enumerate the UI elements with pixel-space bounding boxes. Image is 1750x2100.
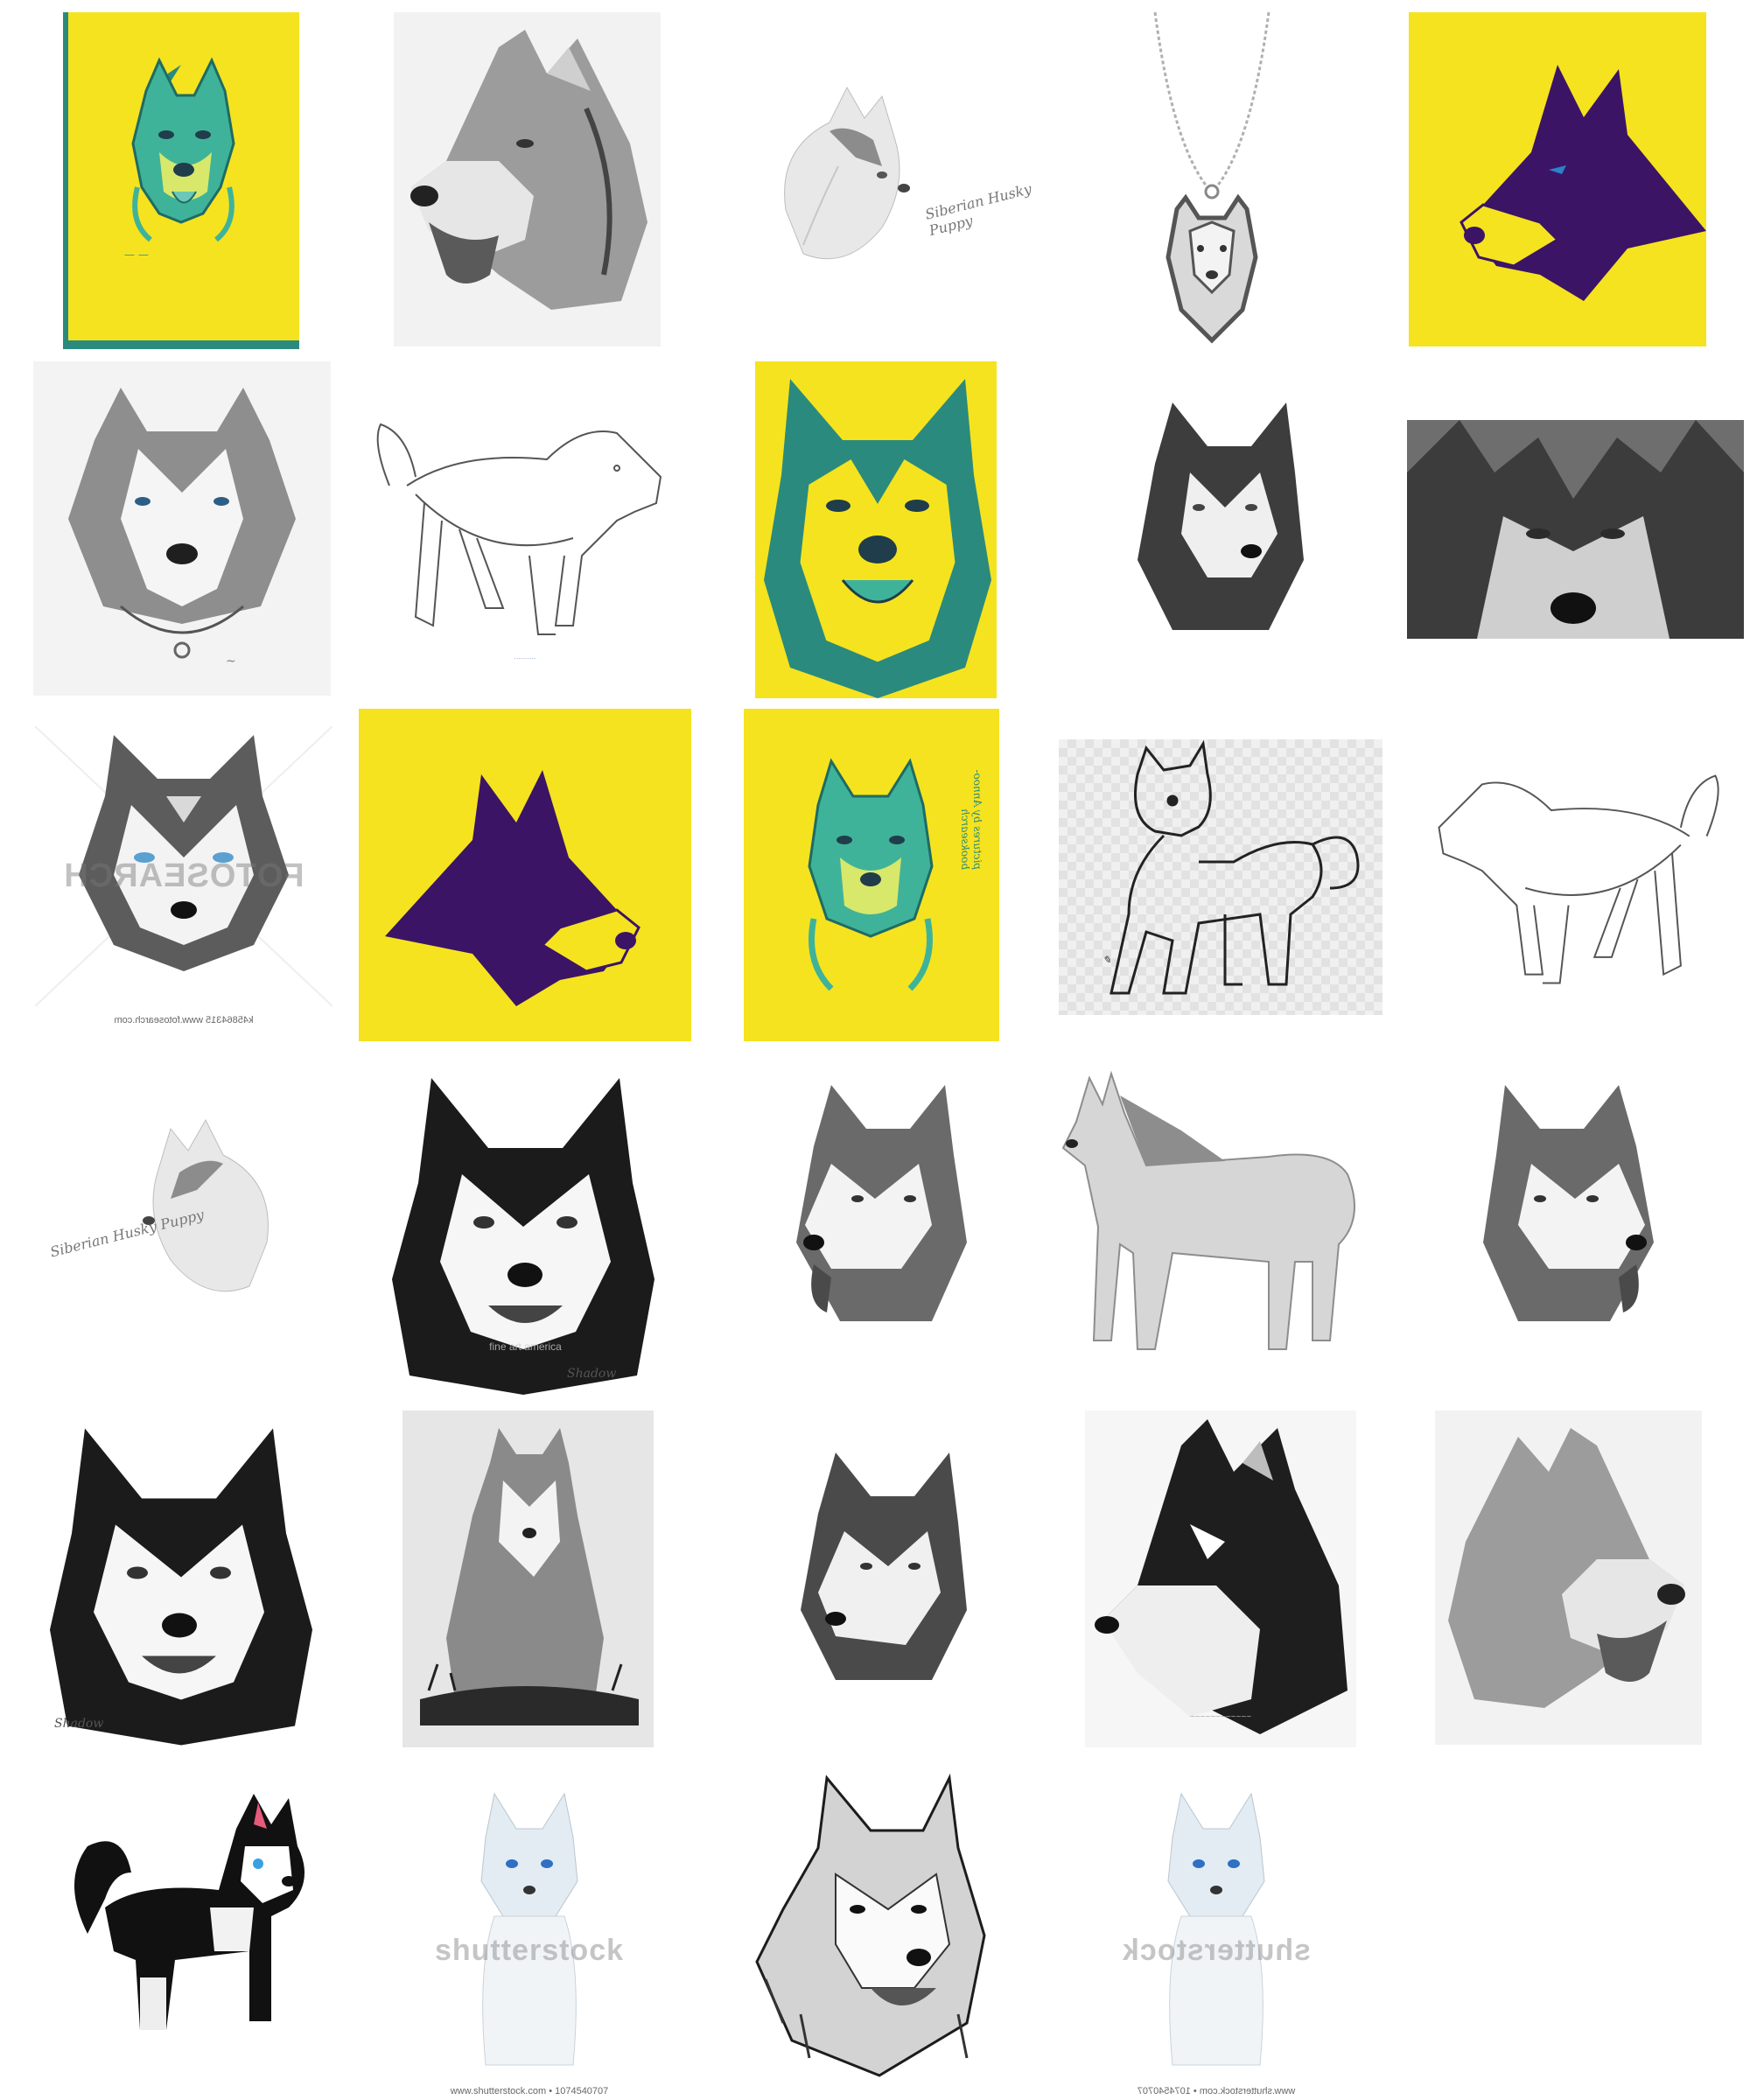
sketch-husky-puppy-mirrored[interactable]: Siberian Husky Puppy: [13, 1102, 302, 1330]
charcoal-husky-front-mirrored[interactable]: Shadow: [46, 1410, 312, 1746]
husky-pendant-necklace[interactable]: [1129, 12, 1295, 349]
pencil-husky-profile-tongue[interactable]: [394, 12, 661, 346]
pencil-head-down-art: [801, 1452, 967, 1680]
image-row-2: ~ ..........: [0, 350, 1750, 700]
charcoal-front-mirrored-art: [50, 1428, 312, 1746]
pencil-tq-tongue-art: [796, 1085, 967, 1321]
cartoon-standing-art: [74, 1794, 304, 2030]
yellow-teal-mirrored-art: [808, 758, 934, 991]
gray-husky-closeup[interactable]: [1407, 420, 1744, 639]
checker-puppy-signature: ✎: [1102, 954, 1112, 966]
fineart-watermark: fine art america: [489, 1340, 562, 1353]
gray-closeup-art: [1407, 420, 1744, 639]
pencil-husky-sitting-grass[interactable]: [402, 1410, 654, 1747]
pencil-husky-three-quarter-tongue-mirrored[interactable]: [1470, 1068, 1671, 1334]
lineart-husky-puppy-checker[interactable]: ✎: [1059, 739, 1382, 1015]
sketch-husky-puppy[interactable]: Siberian Husky Puppy: [751, 70, 1040, 289]
lineart-walking-watermark: ..........: [514, 652, 536, 661]
pencil-sitting-art: [420, 1428, 639, 1726]
pencil-profile-art: [410, 30, 648, 310]
pencil-tq-tongue-mirrored-art: [1483, 1085, 1654, 1321]
yellow-teal-husky-portrait-mirrored[interactable]: pictures by Annoo-booksearch: [744, 709, 999, 1041]
image-row-6: shutterstock www.shutterstock.com • 1074…: [0, 1750, 1750, 2100]
pencil-front-collar-art: [68, 388, 296, 659]
ink-portrait-art: [755, 1773, 986, 2077]
shutterstock-watermark: shutterstock: [434, 1934, 625, 1967]
watercolor-husky-puppy[interactable]: shutterstock www.shutterstock.com • 1074…: [389, 1776, 669, 2100]
cartoon-husky-standing[interactable]: [52, 1776, 315, 2056]
yellow-purple-husky-silhouette-mirrored[interactable]: [359, 709, 691, 1041]
pencil-husky-head-down[interactable]: [783, 1435, 984, 1698]
yellow-teal-husky-portrait[interactable]: — —: [63, 12, 299, 349]
shutterstock-caption: www.shutterstock.com • 1074540707: [450, 2086, 609, 2096]
shutterstock-watermark-mirrored: shutterstock: [1121, 1934, 1312, 1967]
pencil-three-quarter-art: [1138, 402, 1304, 630]
pencil-profile-dark-art: [1095, 1419, 1348, 1734]
pencil-standing-art: [1061, 1070, 1355, 1350]
watercolor-husky-puppy-mirrored[interactable]: shutterstock www.shutterstock.com • 1074…: [1076, 1776, 1356, 2100]
charcoal-husky-front[interactable]: fine art america Shadow: [392, 1060, 659, 1395]
yellow-purple-husky-silhouette[interactable]: [1409, 12, 1706, 346]
image-row-4: Siberian Husky Puppy fine art america Sh…: [0, 1050, 1750, 1400]
shadow-signature-mirrored: Shadow: [54, 1717, 104, 1731]
pencil-husky-profile-dark[interactable]: ~~~~~~~~~~~~: [1085, 1410, 1356, 1747]
pencil-husky-standing[interactable]: [1050, 1060, 1382, 1384]
pencil-husky-three-quarter[interactable]: [1120, 385, 1321, 648]
pencil-husky-three-quarter-tongue[interactable]: [779, 1068, 980, 1334]
yellow-teal-husky-face[interactable]: [755, 361, 997, 698]
yellow-purple-mirrored-art: [385, 770, 640, 1006]
sketch-puppy-art: [784, 86, 910, 260]
yellow-teal-husky-portrait-art: [63, 12, 299, 349]
lineart-puppy-art: [1110, 739, 1360, 995]
image-row-1: — — Siberian Husky Puppy: [0, 0, 1750, 350]
pendant-art: [1153, 12, 1270, 344]
lineart-walking-mirrored-art: [1438, 774, 1719, 984]
pencil-husky-front-collar[interactable]: ~: [33, 361, 331, 696]
fotosearch-caption: k45864315 www.fotosearch.com: [114, 1015, 254, 1026]
profile-dark-watermark: ~~~~~~~~~~~~: [1189, 1712, 1252, 1722]
pencil-profile-tongue-mirrored-art: [1448, 1428, 1685, 1708]
yellow-teal-face-art: [764, 379, 991, 698]
fotosearch-watermark: FOTOSEARCH: [63, 858, 304, 894]
pencil-husky-profile-tongue-mirrored[interactable]: [1435, 1410, 1702, 1745]
yellow-tile-signature: — —: [124, 248, 149, 261]
shutterstock-caption-mirrored: www.shutterstock.com • 1074540707: [1137, 2086, 1296, 2096]
image-row-5: Shadow ~~~~~~~~~~~~: [0, 1400, 1750, 1750]
yellow-purple-art: [1460, 65, 1706, 301]
vector-husky-head[interactable]: FOTOSEARCH k45864315 www.fotosearch.com: [35, 726, 332, 1041]
shadow-signature: Shadow: [567, 1367, 617, 1381]
ink-husky-portrait[interactable]: [748, 1760, 1002, 2097]
lineart-husky-walking-mirrored[interactable]: [1404, 739, 1741, 1019]
lineart-husky-walking[interactable]: ..........: [354, 389, 696, 669]
collar-tile-signature: ~: [226, 654, 236, 668]
lineart-walking-art: [376, 423, 662, 635]
pictures-by-caption: pictures by Annoo-booksearch: [959, 769, 984, 870]
image-row-3: FOTOSEARCH k45864315 www.fotosearch.com …: [0, 700, 1750, 1050]
